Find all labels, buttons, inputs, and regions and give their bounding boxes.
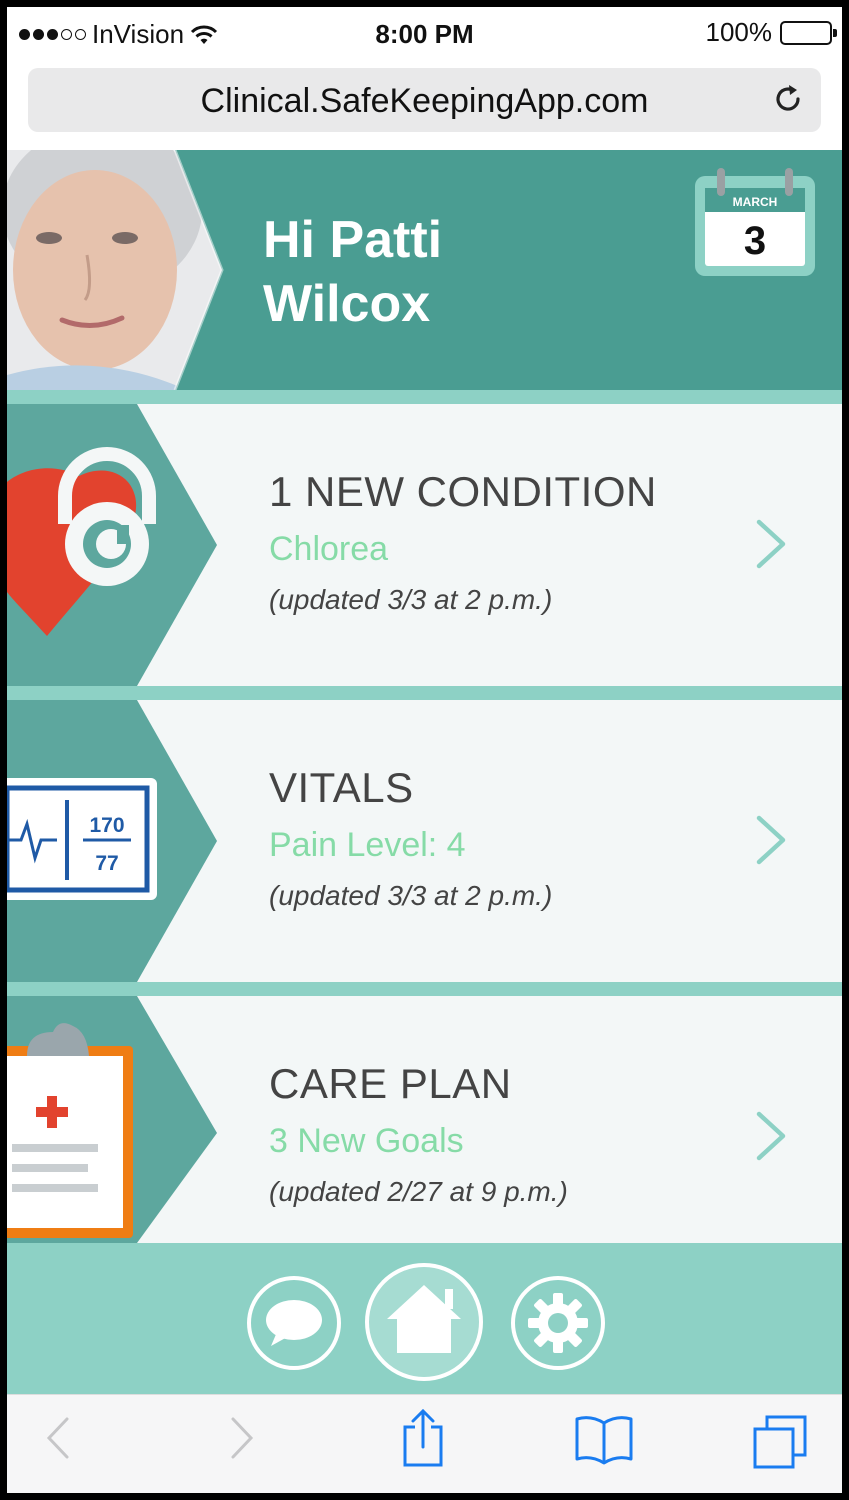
home-icon	[387, 1285, 461, 1353]
battery-status: 100%	[705, 17, 837, 48]
chat-button[interactable]	[247, 1276, 341, 1370]
card-subtitle: 3 New Goals	[269, 1122, 464, 1160]
gear-icon	[528, 1293, 588, 1353]
greeting-line-2: Wilcox	[263, 275, 431, 333]
chat-icon	[266, 1300, 322, 1346]
calendar-icon[interactable]: MARCH 3	[695, 168, 815, 278]
heart-lock-icon	[7, 447, 156, 636]
greeting: Hi Patti Wilcox	[263, 208, 442, 336]
card-subtitle: Chlorea	[269, 530, 389, 568]
divider	[7, 390, 842, 404]
app-nav-bar	[7, 1243, 842, 1394]
back-icon[interactable]	[43, 1413, 73, 1463]
calendar-day: 3	[744, 219, 766, 263]
phone-frame: InVision 8:00 PM 100% Clinical.SafeKeepi…	[0, 0, 849, 1500]
card-updated: (updated 2/27 at 9 p.m.)	[269, 1176, 568, 1207]
status-bar: InVision 8:00 PM 100%	[7, 7, 842, 59]
card-updated: (updated 3/3 at 2 p.m.)	[269, 584, 553, 615]
battery-percent: 100%	[705, 17, 773, 47]
chevron-right-icon[interactable]	[754, 518, 788, 570]
bookmarks-icon[interactable]	[573, 1413, 635, 1465]
bp-systolic: 170	[89, 814, 124, 837]
chevron-right-icon[interactable]	[754, 814, 788, 866]
calendar-month: MARCH	[733, 195, 778, 209]
settings-button[interactable]	[511, 1276, 605, 1370]
card-title: 1 NEW CONDITION	[269, 468, 657, 515]
address-bar[interactable]: Clinical.SafeKeepingApp.com	[28, 68, 821, 132]
tabs-icon[interactable]	[751, 1413, 811, 1473]
card-title: CARE PLAN	[269, 1060, 512, 1107]
clipboard-icon	[7, 1023, 133, 1238]
bp-diastolic: 77	[95, 852, 118, 875]
greeting-line-1: Hi Patti	[263, 211, 443, 269]
card-care-plan[interactable]: CARE PLAN 3 New Goals (updated 2/27 at 9…	[7, 996, 842, 1243]
divider	[7, 686, 842, 700]
reload-icon[interactable]	[771, 82, 805, 116]
card-updated: (updated 3/3 at 2 p.m.)	[269, 880, 553, 911]
url-text[interactable]: Clinical.SafeKeepingApp.com	[28, 82, 821, 121]
card-subtitle: Pain Level: 4	[269, 826, 466, 864]
chevron-right-icon[interactable]	[754, 1110, 788, 1162]
vitals-monitor-icon: 170 77	[7, 778, 157, 900]
battery-icon	[780, 20, 837, 45]
profile-header: Hi Patti Wilcox MARCH 3	[7, 150, 842, 390]
divider	[7, 982, 842, 996]
home-button[interactable]	[365, 1263, 483, 1381]
avatar[interactable]	[7, 150, 247, 390]
card-vitals[interactable]: 170 77 VITALS Pain Level: 4 (updated 3/3…	[7, 700, 842, 982]
share-icon[interactable]	[399, 1407, 447, 1469]
card-new-condition[interactable]: 1 NEW CONDITION Chlorea (updated 3/3 at …	[7, 404, 842, 686]
browser-address-area: Clinical.SafeKeepingApp.com	[7, 59, 842, 155]
forward-icon[interactable]	[227, 1413, 257, 1463]
browser-toolbar	[7, 1394, 842, 1493]
card-title: VITALS	[269, 764, 414, 811]
